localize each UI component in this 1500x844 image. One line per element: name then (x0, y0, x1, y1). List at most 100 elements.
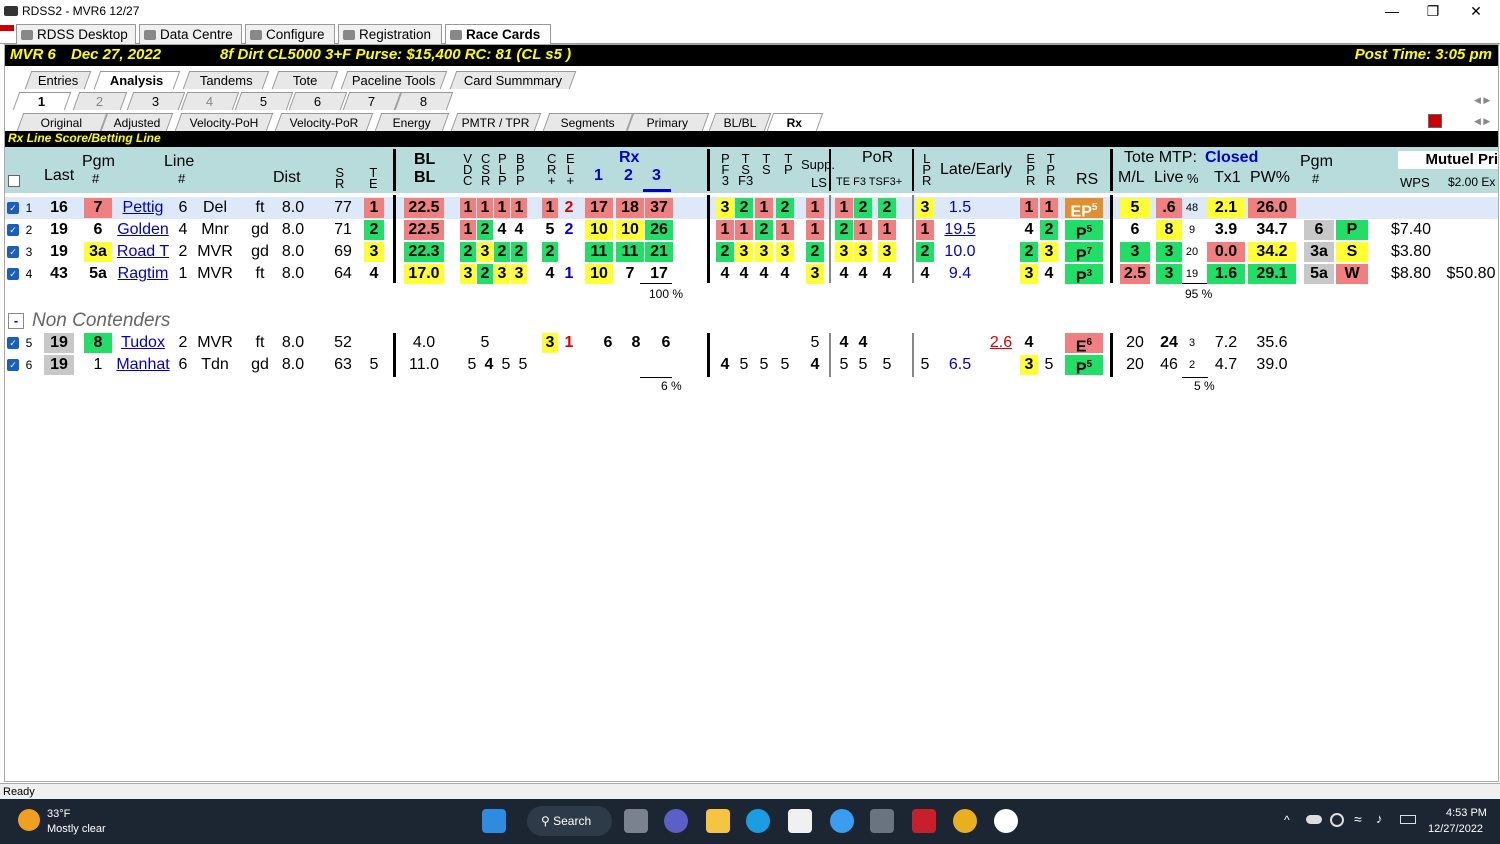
tab-race-cards[interactable]: Race Cards (445, 24, 551, 44)
view-tab-blbl[interactable]: BL/BL (708, 113, 772, 131)
tab-tandems[interactable]: Tandems (182, 71, 270, 89)
flag-icon[interactable] (1428, 114, 1442, 128)
tab-paceline-tools[interactable]: Paceline Tools (340, 71, 448, 89)
mcafee-icon[interactable] (912, 809, 936, 833)
tab-tote[interactable]: Tote (271, 71, 339, 89)
tab-entries[interactable]: Entries (24, 71, 92, 89)
cell-csr: 2 (477, 264, 493, 284)
cell-tsf3: 2 (735, 198, 753, 218)
race-tabs-scroll-icon[interactable]: ◀ ▶ (1474, 95, 1490, 106)
cell-pgm: 7 (84, 198, 112, 218)
tab-card-summary[interactable]: Card Summmary (449, 71, 577, 89)
rs-superscript: 3 (1086, 268, 1093, 279)
view-tabs-scroll-icon[interactable]: ◀ ▶ (1474, 116, 1490, 127)
cell-f3: 4 (858, 334, 868, 351)
cell-pw: 34.2 (1248, 242, 1296, 262)
cell-late[interactable]: 10.0 (941, 242, 979, 262)
chrome-icon[interactable] (953, 809, 977, 833)
race-tab-4[interactable]: 4 (180, 92, 240, 110)
race-tab-6[interactable]: 6 (288, 92, 348, 110)
battery-icon[interactable] (1400, 815, 1416, 824)
minimize-button[interactable]: — (1372, 0, 1412, 22)
cell-te: 1 (364, 198, 384, 218)
edge-icon[interactable] (746, 809, 770, 833)
tab-configure[interactable]: Configure (245, 24, 335, 44)
tab-data-centre[interactable]: Data Centre (139, 24, 242, 44)
clock-date[interactable]: 12/27/2022 (1428, 823, 1483, 835)
cell-name[interactable]: Ragtim (110, 264, 176, 284)
cell-ls: 1 (806, 220, 824, 240)
onedrive-icon[interactable] (1306, 815, 1322, 824)
cell-name[interactable]: Golden (110, 220, 176, 240)
header-wps: WPS (1400, 175, 1430, 190)
taskbar-search-button[interactable]: ⚲ Search (527, 806, 612, 836)
view-tab-energy[interactable]: Energy (374, 113, 450, 131)
cell-te2: 2 (835, 220, 853, 240)
cell-epr: 1 (1020, 198, 1038, 218)
row-checkbox[interactable]: ✓ (7, 359, 19, 371)
row-checkbox[interactable]: ✓ (7, 337, 19, 349)
weather-icon[interactable] (18, 809, 40, 831)
view-tab-rx[interactable]: Rx (766, 113, 824, 131)
race-tab-1[interactable]: 1 (12, 92, 72, 110)
chat-icon[interactable] (664, 809, 688, 833)
view-tab-velocity-por[interactable]: Velocity-PoR (274, 113, 374, 131)
wifi-icon[interactable]: ≈ (1354, 811, 1362, 827)
cell-rs: E6 (1065, 333, 1103, 355)
row-checkbox[interactable]: ✓ (7, 202, 19, 214)
race-tab-2[interactable]: 2 (72, 92, 128, 110)
row-checkbox[interactable]: ✓ (7, 224, 19, 236)
cell-line: 6 (178, 356, 188, 373)
file-explorer-icon[interactable] (706, 809, 730, 833)
view-tab-pmtr-tpr[interactable]: PMTR / TPR (450, 113, 542, 131)
volume-icon[interactable]: ♪ (1376, 811, 1383, 826)
cell-late[interactable]: 1.5 (941, 198, 979, 218)
race-tab-7[interactable]: 7 (342, 92, 402, 110)
header-tx1: Tx1 (1214, 169, 1241, 186)
cell-vdc: 5 (467, 356, 477, 373)
view-tab-segments[interactable]: Segments (542, 113, 634, 131)
row-checkbox[interactable]: ✓ (7, 246, 19, 258)
header-tpr: T P R (1046, 151, 1056, 188)
tab-rdss-desktop[interactable]: RDSS Desktop (16, 24, 136, 44)
section-title: Rx Line Score/Betting Line (4, 131, 1498, 147)
close-button[interactable]: ✕ (1456, 0, 1496, 22)
store-icon[interactable] (788, 809, 812, 833)
tab-analysis[interactable]: Analysis (93, 71, 181, 89)
race-tab-3[interactable]: 3 (126, 92, 186, 110)
cell-name[interactable]: Road T (110, 242, 176, 262)
help-icon[interactable] (830, 809, 854, 833)
header-rx1: 1 (594, 167, 603, 184)
cell-late[interactable]: 9.4 (941, 264, 979, 284)
rx-total: 100 % (649, 287, 684, 301)
task-view-icon[interactable] (624, 809, 648, 833)
cell-name[interactable]: Manhat (110, 355, 176, 375)
race-tab-8[interactable]: 8 (394, 92, 454, 110)
cell-late[interactable]: 19.5 (941, 220, 979, 240)
header-pf3: P F 3 (721, 151, 730, 188)
race-tab-5[interactable]: 5 (234, 92, 294, 110)
header-rx3: 3 (652, 167, 661, 184)
view-tab-adjusted[interactable]: Adjusted (100, 113, 174, 131)
cell-name[interactable]: Tudox (110, 333, 176, 353)
header-pgm2-num: # (1312, 171, 1320, 186)
collapse-non-contenders-button[interactable]: - (8, 313, 24, 329)
start-icon[interactable] (482, 809, 506, 833)
cell-name[interactable]: Pettig (110, 198, 176, 218)
select-all-checkbox[interactable] (8, 175, 20, 187)
header-el: E L + (566, 151, 575, 188)
tray-chevron-icon[interactable]: ^ (1284, 813, 1290, 827)
cell-wps: $8.80 (1390, 265, 1432, 282)
tab-registration[interactable]: Registration (338, 24, 442, 44)
row-checkbox[interactable]: ✓ (7, 268, 19, 280)
view-tab-primary[interactable]: Primary (626, 113, 710, 131)
rdss-taskbar-icon[interactable] (870, 809, 894, 833)
sync-icon[interactable] (1330, 813, 1344, 827)
app-icon-circle[interactable] (994, 809, 1018, 833)
cell-live: 24 (1160, 334, 1178, 351)
cell-pw: 39.0 (1256, 356, 1288, 373)
maximize-button[interactable]: ❐ (1413, 0, 1453, 22)
clock-time[interactable]: 4:53 PM (1446, 807, 1487, 819)
view-tab-original[interactable]: Original (16, 113, 108, 131)
view-tab-velocity-poh[interactable]: Velocity-PoH (174, 113, 274, 131)
